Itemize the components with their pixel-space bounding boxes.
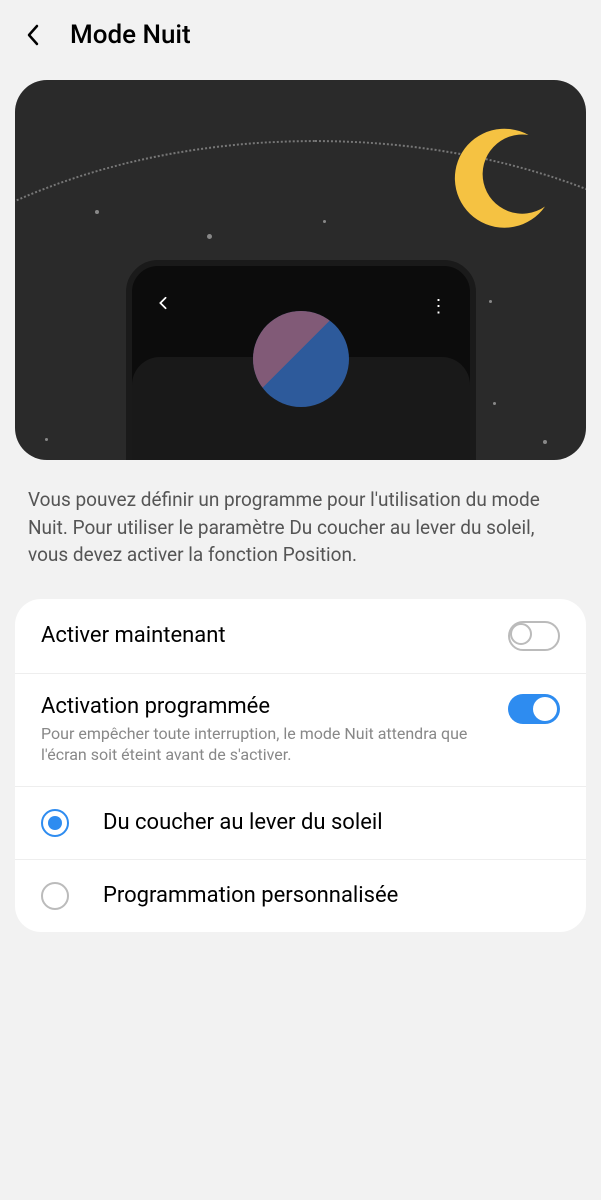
scheduled-sub: Pour empêcher toute interruption, le mod… — [41, 723, 508, 766]
scheduled-toggle[interactable] — [508, 694, 560, 724]
moon-icon — [446, 124, 556, 234]
activate-now-toggle[interactable] — [508, 621, 560, 651]
back-icon[interactable] — [22, 24, 44, 46]
option-custom-label: Programmation personnalisée — [103, 883, 398, 908]
scheduled-row[interactable]: Activation programmée Pour empêcher tout… — [15, 674, 586, 787]
phone-mockup: ⋮ — [126, 260, 476, 460]
planet-icon — [253, 311, 349, 407]
scheduled-label: Activation programmée — [41, 694, 508, 719]
option-custom-schedule[interactable]: Programmation personnalisée — [15, 860, 586, 932]
phone-back-icon — [156, 296, 170, 310]
activate-now-row[interactable]: Activer maintenant — [15, 599, 586, 674]
radio-unchecked-icon[interactable] — [41, 882, 69, 910]
option-sunset-sunrise[interactable]: Du coucher au lever du soleil — [15, 787, 586, 860]
phone-menu-icon: ⋮ — [430, 296, 446, 317]
option-sunset-label: Du coucher au lever du soleil — [103, 810, 383, 835]
activate-now-label: Activer maintenant — [41, 623, 508, 648]
page-title: Mode Nuit — [70, 20, 191, 50]
radio-checked-icon[interactable] — [41, 809, 69, 837]
hero-illustration: ⋮ — [15, 80, 586, 460]
description-text: Vous pouvez définir un programme pour l'… — [0, 460, 601, 599]
